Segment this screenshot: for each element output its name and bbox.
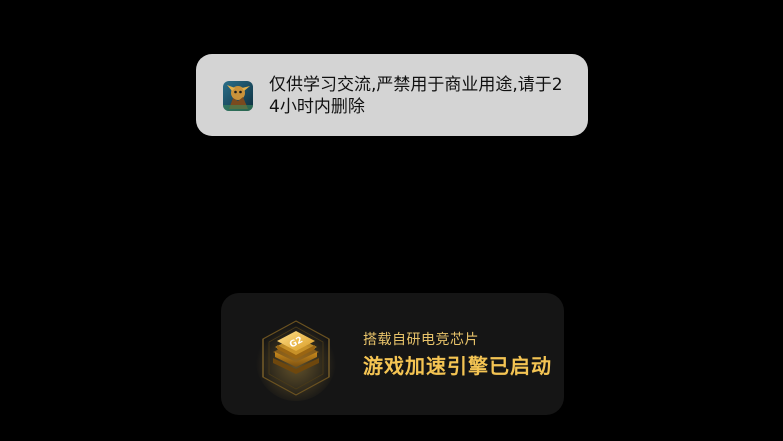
toast-message: 仅供学习交流,严禁用于商业用途,请于24小时内删除 bbox=[269, 75, 563, 117]
game-app-icon bbox=[223, 81, 253, 111]
boost-title: 游戏加速引擎已启动 bbox=[363, 354, 552, 378]
gaming-chip-icon: G2 bbox=[253, 315, 339, 401]
screen: 仅供学习交流,严禁用于商业用途,请于24小时内删除 G2 搭载自研电竞芯片 游戏… bbox=[0, 0, 783, 441]
game-boost-card: G2 搭载自研电竞芯片 游戏加速引擎已启动 bbox=[221, 293, 564, 415]
boost-subtitle: 搭载自研电竞芯片 bbox=[363, 332, 479, 348]
toast-notification[interactable]: 仅供学习交流,严禁用于商业用途,请于24小时内删除 bbox=[196, 54, 588, 136]
